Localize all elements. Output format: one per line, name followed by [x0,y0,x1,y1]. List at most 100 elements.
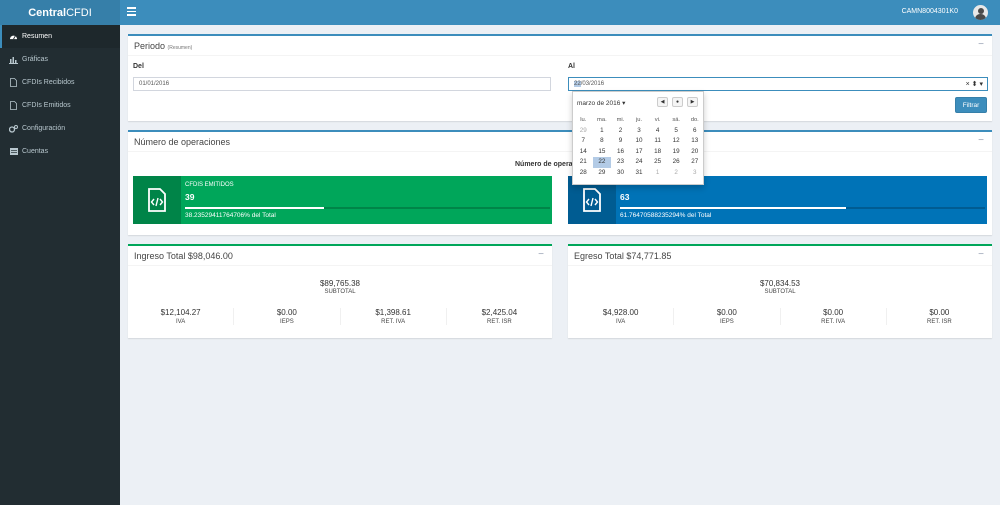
calendar-week: 14 15 16 17 18 19 20 [574,147,704,158]
calendar-day[interactable]: 11 [648,136,667,147]
info-box-title: CFDIS EMITIDOS [185,182,234,188]
breakdown-label: IEPS [280,319,294,325]
top-navbar: CAMN8004301K0 [120,0,1000,25]
calendar-day[interactable]: 10 [630,136,649,147]
sidebar-item-cfdis-recibidos[interactable]: CFDIs Recibidos [0,71,120,94]
del-date-input[interactable]: 01/01/2016 [133,77,551,91]
file-icon [9,78,18,87]
next-month-button[interactable]: ▶ [687,97,698,107]
breakdown-item: $0.00 RET. ISR [887,308,992,325]
user-avatar[interactable] [973,5,988,20]
calendar-day[interactable]: 28 [574,168,593,179]
breakdown-amount: $1,398.61 [375,308,411,317]
calendar-day[interactable]: 21 [574,157,593,168]
collapse-button[interactable]: − [538,249,544,260]
breakdown-label: RET. ISR [927,319,952,325]
calendar-day[interactable]: 5 [667,126,686,137]
hamburger-menu-icon[interactable] [127,7,136,17]
breakdown-item: $0.00 IEPS [674,308,781,325]
box-subtitle: (Resumen) [167,45,193,51]
calendar-day[interactable]: 9 [611,136,630,147]
breakdown-label: IVA [616,319,626,325]
weekday-label: do. [690,117,699,123]
calendar-day[interactable]: 27 [685,157,704,168]
breakdown-label: IEPS [720,319,734,325]
file-icon [9,101,18,110]
collapse-button[interactable]: − [978,249,984,260]
calendar-day[interactable]: 1 [593,126,612,137]
subtotal-amount: $70,834.53 [759,279,801,288]
calendar-day[interactable]: 2 [611,126,630,137]
calendar-day[interactable]: 3 [630,126,649,137]
calendar-day[interactable]: 26 [667,157,686,168]
calendar-day[interactable]: 15 [593,147,612,158]
calendar-day[interactable]: 16 [611,147,630,158]
calendar-day[interactable]: 20 [685,147,704,158]
calendar-day[interactable]: 14 [574,147,593,158]
main-content: Periodo (Resumen) − Del 01/01/2016 Al 22… [120,25,1000,505]
sidebar-item-graficas[interactable]: Gráficas [0,48,120,71]
calendar-day[interactable]: 2 [667,168,686,179]
calendar-day[interactable]: 25 [648,157,667,168]
info-box-description: 61.76470588235294% del Total [620,212,712,219]
weekday-label: ju. [635,117,643,123]
calendar-day[interactable]: 18 [648,147,667,158]
weekday-header: lu. ma. mi. ju. vi. sá. do. [574,115,704,126]
info-box-number: 63 [620,192,630,202]
calendar-day[interactable]: 8 [593,136,612,147]
calendar-day[interactable]: 19 [667,147,686,158]
sidebar-item-label: Configuración [22,125,66,132]
month-selector[interactable]: marzo de 2016 ▾ [577,99,625,107]
calendar-day[interactable]: 7 [574,136,593,147]
sidebar-item-label: Resumen [22,33,52,40]
calendar-day[interactable]: 31 [630,168,649,179]
del-label: Del [133,63,144,70]
sidebar-item-label: CFDIs Emitidos [22,102,71,109]
subtotal-amount: $89,765.38 [319,279,361,288]
calendar-day[interactable]: 4 [648,126,667,137]
info-box-number: 39 [185,192,195,202]
al-label: Al [568,63,575,70]
user-name[interactable]: CAMN8004301K0 [902,8,958,15]
collapse-button[interactable]: − [978,135,984,146]
calendar-day[interactable]: 6 [685,126,704,137]
periodo-box: Periodo (Resumen) − Del 01/01/2016 Al 22… [128,34,992,121]
breakdown-amount: $0.00 [929,308,950,317]
calendar-day[interactable]: 17 [630,147,649,158]
logo-text-bold: Central [28,6,67,19]
progress-bar [185,207,550,209]
sidebar-item-cfdis-emitidos[interactable]: CFDIs Emitidos [0,94,120,117]
weekday-label: vi. [654,117,661,123]
subtotal-label: SUBTOTAL [324,289,356,295]
calendar-day[interactable]: 23 [611,157,630,168]
today-button[interactable]: ● [672,97,683,107]
calendar-day[interactable]: 29 [593,168,612,179]
calendar-week: 29 1 2 3 4 5 6 [574,126,704,137]
filtrar-button[interactable]: Filtrar [955,97,987,113]
gears-icon [9,124,18,133]
calendar-day[interactable]: 24 [630,157,649,168]
calendar-day[interactable]: 13 [685,136,704,147]
sidebar-item-cuentas[interactable]: Cuentas [0,140,120,163]
al-date-input[interactable]: 22/03/2016 × ⬍ ▾ [568,77,988,91]
sidebar-item-resumen[interactable]: Resumen [0,25,120,48]
calendar-day[interactable]: 29 [574,126,593,137]
collapse-button[interactable]: − [978,39,984,50]
calendar-grid: lu. ma. mi. ju. vi. sá. do. 29 1 2 3 4 5 6 7 8 9 1… [574,115,704,178]
calendar-day[interactable]: 30 [611,168,630,179]
app-logo[interactable]: Central CFDI [0,0,120,25]
calendar-day[interactable]: 22 [592,157,612,168]
ingreso-header: Ingreso Total $98,046.00 − [128,246,552,266]
calendar-day[interactable]: 12 [667,136,686,147]
date-input-controls[interactable]: × ⬍ ▾ [966,80,983,88]
periodo-header: Periodo (Resumen) − [128,36,992,56]
calendar-day[interactable]: 1 [648,168,667,179]
sidebar-item-label: CFDIs Recibidos [22,79,75,86]
sidebar-item-configuracion[interactable]: Configuración [0,117,120,140]
sidebar-item-label: Gráficas [22,56,49,63]
prev-month-button[interactable]: ◀ [657,97,668,107]
breakdown-item: $4,928.00 IVA [568,308,675,325]
sidebar-item-label: Cuentas [22,148,49,155]
calendar-day[interactable]: 3 [685,168,704,179]
breakdown-label: IVA [176,319,186,325]
